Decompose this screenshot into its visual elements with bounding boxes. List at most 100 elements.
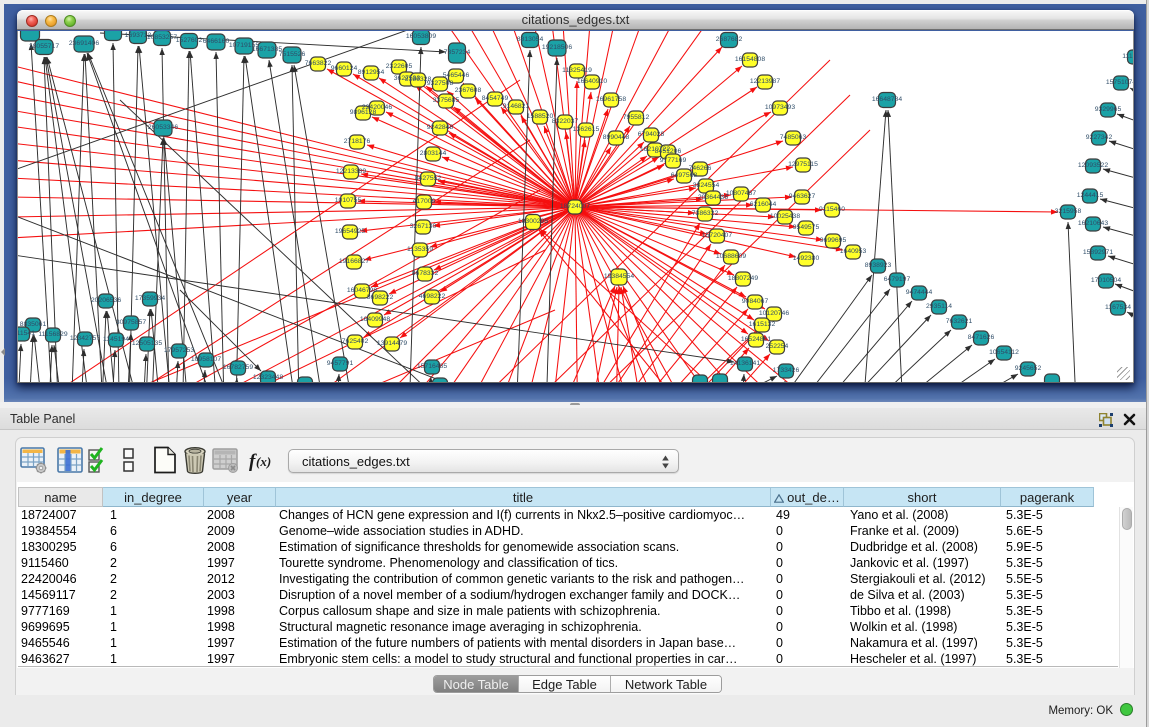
select-rows-icon[interactable] <box>85 445 115 475</box>
table-chooser-combobox[interactable]: citations_edges.txt <box>288 449 679 473</box>
cell-title[interactable]: Corpus callosum shape and size in male p… <box>276 603 771 619</box>
cell-short[interactable]: Jankovic et al. (1997) <box>844 555 1001 571</box>
graph-edge[interactable] <box>245 56 302 383</box>
cell-short[interactable]: Hescheler et al. (1997) <box>844 651 1001 667</box>
new-document-icon[interactable] <box>150 445 180 475</box>
graph-edge[interactable] <box>444 207 575 383</box>
cell-short[interactable]: de Silva et al. (2003) <box>844 587 1001 603</box>
function-builder-icon[interactable]: f (x) <box>247 445 277 475</box>
tab-edge-table[interactable]: Edge Table <box>519 676 611 693</box>
row-height-icon[interactable] <box>114 445 144 475</box>
cell-out_de[interactable]: 0 <box>771 523 844 539</box>
cell-year[interactable]: 1998 <box>204 603 276 619</box>
graph-edge[interactable] <box>190 51 220 383</box>
cell-name[interactable]: 9465546 <box>18 635 103 651</box>
cell-pagerank[interactable]: 5.3E-5 <box>1001 507 1094 523</box>
graph-edge[interactable] <box>600 287 737 383</box>
cell-pagerank[interactable]: 5.9E-5 <box>1001 539 1094 555</box>
delete-table-disabled-icon[interactable] <box>210 445 240 475</box>
cell-out_de[interactable]: 0 <box>771 539 844 555</box>
graph-edge[interactable] <box>34 335 47 383</box>
cell-title[interactable]: Structural magnetic resonance image aver… <box>276 619 771 635</box>
cell-in_degree[interactable]: 2 <box>103 587 204 603</box>
graph-node[interactable] <box>105 31 122 41</box>
cell-out_de[interactable]: 0 <box>771 635 844 651</box>
cell-short[interactable]: Wolkin et al. (1998) <box>844 619 1001 635</box>
network-graph[interactable]: 1805571723691406169371210853257152760264… <box>17 31 1134 383</box>
graph-edge[interactable] <box>580 287 617 383</box>
cell-short[interactable]: Yano et al. (2008) <box>844 507 1001 523</box>
cell-year[interactable]: 2012 <box>204 571 276 587</box>
cell-name[interactable]: 9463627 <box>18 651 103 667</box>
cell-name[interactable]: 9115460 <box>18 555 103 571</box>
cell-title[interactable]: Estimation of significance thresholds fo… <box>276 539 771 555</box>
cell-year[interactable]: 2009 <box>204 523 276 539</box>
graph-edge[interactable] <box>794 301 912 383</box>
cell-pagerank[interactable]: 5.3E-5 <box>1001 619 1094 635</box>
table-row[interactable]: 1872400712008Changes of HCN gene express… <box>18 507 1118 523</box>
cell-title[interactable]: Genome–wide association studies in ADHD. <box>276 523 771 539</box>
cell-title[interactable]: Disruption of a novel member of a sodium… <box>276 587 771 603</box>
cell-short[interactable]: Dudbridge et al. (2008) <box>844 539 1001 555</box>
cell-year[interactable]: 1998 <box>204 619 276 635</box>
cell-short[interactable]: Stergiakouli et al. (2012) <box>844 571 1001 587</box>
table-settings-icon[interactable] <box>19 445 49 475</box>
cell-pagerank[interactable]: 5.3E-5 <box>1001 587 1094 603</box>
graph-edge[interactable] <box>90 250 545 383</box>
cell-pagerank[interactable]: 5.3E-5 <box>1001 635 1094 651</box>
graph-node[interactable] <box>713 374 728 383</box>
cell-pagerank[interactable]: 5.3E-5 <box>1001 603 1094 619</box>
graph-edge[interactable] <box>539 230 700 383</box>
cell-year[interactable]: 2008 <box>204 539 276 555</box>
table-row[interactable]: 946554611997Estimation of the future num… <box>18 635 1118 651</box>
cell-year[interactable]: 2003 <box>204 587 276 603</box>
cell-in_degree[interactable]: 1 <box>103 507 204 523</box>
tab-node-table[interactable]: Node Table <box>434 676 519 693</box>
network-canvas[interactable]: 1805571723691406169371210853257152760264… <box>17 31 1134 383</box>
close-panel-icon[interactable] <box>1123 413 1136 426</box>
cell-name[interactable]: 9699695 <box>18 619 103 635</box>
cell-pagerank[interactable]: 5.5E-5 <box>1001 571 1094 587</box>
cell-out_de[interactable]: 0 <box>771 587 844 603</box>
column-header-short[interactable]: short <box>844 487 1001 507</box>
cell-pagerank[interactable]: 5.6E-5 <box>1001 523 1094 539</box>
cell-title[interactable]: Tourette syndrome. Phenomenology and cla… <box>276 555 771 571</box>
cell-in_degree[interactable]: 1 <box>103 619 204 635</box>
graph-edge[interactable] <box>27 335 33 383</box>
graph-edge[interactable] <box>17 210 470 383</box>
window-resize-grip[interactable] <box>1117 367 1130 380</box>
cell-short[interactable]: Franke et al. (2009) <box>844 523 1001 539</box>
column-header-out_de[interactable]: out_de… <box>771 487 844 507</box>
cell-out_de[interactable]: 0 <box>771 555 844 571</box>
cell-name[interactable]: 19384554 <box>18 523 103 539</box>
cell-title[interactable]: Estimation of the future numbers of pati… <box>276 635 771 651</box>
graph-node[interactable] <box>21 31 40 41</box>
table-row[interactable]: 1938455462009Genome–wide association stu… <box>18 523 1118 539</box>
cell-year[interactable]: 1997 <box>204 555 276 571</box>
table-vertical-scrollbar[interactable] <box>1119 507 1133 668</box>
scrollbar-thumb[interactable] <box>1122 508 1132 530</box>
select-column-icon[interactable] <box>55 445 85 475</box>
column-header-pagerank[interactable]: pagerank <box>1001 487 1094 507</box>
cell-in_degree[interactable]: 6 <box>103 523 204 539</box>
cell-title[interactable]: Investigating the contribution of common… <box>276 571 771 587</box>
table-row[interactable]: 911546021997Tourette syndrome. Phenomeno… <box>18 555 1118 571</box>
cell-title[interactable]: Embryonic stem cells: a model to study s… <box>276 651 771 667</box>
network-window[interactable]: citations_edges.txt 18055717236914061693… <box>17 10 1134 383</box>
graph-node[interactable] <box>433 378 448 383</box>
graph-edge[interactable] <box>235 56 244 383</box>
graph-edge[interactable] <box>162 48 170 383</box>
cell-year[interactable]: 1997 <box>204 651 276 667</box>
graph-edge[interactable] <box>753 275 872 383</box>
graph-edge[interactable] <box>888 110 905 383</box>
graph-node[interactable] <box>298 377 313 383</box>
graph-edge[interactable] <box>292 65 300 383</box>
cell-out_de[interactable]: 0 <box>771 603 844 619</box>
graph-edge[interactable] <box>860 110 886 383</box>
cell-title[interactable]: Changes of HCN gene expression and I(f) … <box>276 507 771 523</box>
column-header-title[interactable]: title <box>276 487 771 507</box>
tab-network-table[interactable]: Network Table <box>611 676 721 693</box>
float-window-icon[interactable] <box>1099 413 1113 427</box>
table-row[interactable]: 1456911722003Disruption of a novel membe… <box>18 587 1118 603</box>
cell-in_degree[interactable]: 1 <box>103 651 204 667</box>
